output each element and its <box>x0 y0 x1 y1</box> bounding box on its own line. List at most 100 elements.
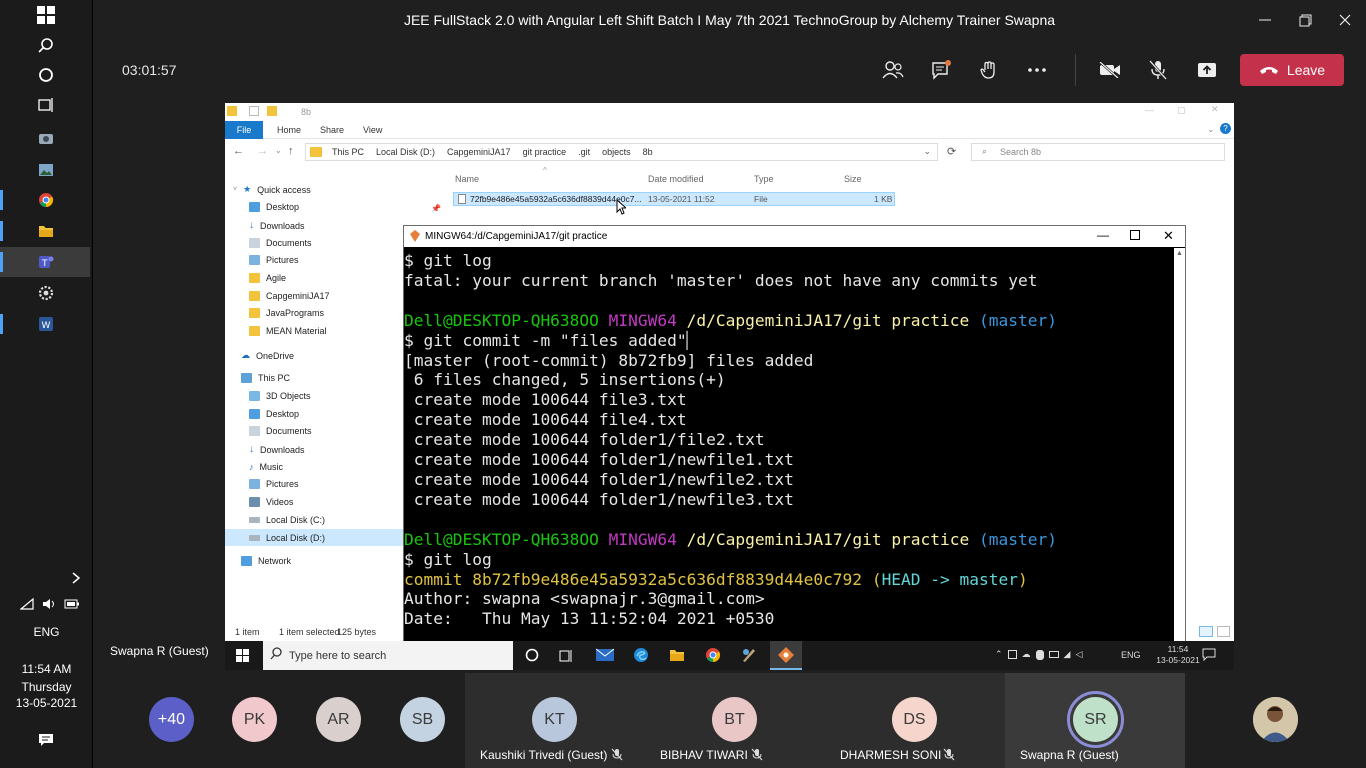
breadcrumb-objects[interactable]: objects <box>602 147 631 157</box>
tray-app-icon[interactable] <box>1007 650 1017 659</box>
inner-file-explorer-icon[interactable] <box>669 647 685 668</box>
nav-this-pc[interactable]: This PC <box>241 373 290 383</box>
network-icon[interactable] <box>20 598 34 610</box>
nav-pc-documents[interactable]: Documents <box>249 426 312 436</box>
recent-dropdown-icon[interactable]: ⌄ <box>275 146 282 155</box>
task-view-icon[interactable] <box>32 93 60 117</box>
forward-arrow-icon[interactable]: → <box>257 145 268 157</box>
ribbon-tab-view[interactable]: View <box>363 125 382 135</box>
mic-off-icon[interactable] <box>1143 56 1173 84</box>
nav-capgemini[interactable]: CapgeminiJA17 <box>249 291 330 301</box>
breadcrumb-capgemini[interactable]: CapgeminiJA17 <box>447 147 511 157</box>
more-participants-badge[interactable]: +40 <box>149 697 194 742</box>
more-options-icon[interactable] <box>1022 56 1052 84</box>
self-video-avatar[interactable] <box>1253 697 1298 742</box>
minimize-icon[interactable] <box>1253 10 1277 30</box>
properties-icon[interactable] <box>249 106 259 116</box>
close-icon[interactable] <box>1333 10 1357 30</box>
column-date-modified[interactable]: Date modified <box>648 174 704 184</box>
file-explorer-icon[interactable] <box>32 219 60 243</box>
file-row[interactable]: 72fb9e486e45a5932a5c636df8839d44e0c7... … <box>453 192 895 206</box>
tray-mic-icon[interactable] <box>1035 649 1044 660</box>
up-arrow-icon[interactable]: ↑ <box>288 145 294 157</box>
inner-chrome-icon[interactable] <box>705 647 721 668</box>
tray-network-icon[interactable]: ◢ <box>1064 649 1071 660</box>
terminal-minimize-icon[interactable]: — <box>1097 228 1109 242</box>
search-icon[interactable] <box>32 33 60 57</box>
explorer-close-icon[interactable]: ✕ <box>1211 104 1219 115</box>
search-input[interactable]: ⌕ Search 8b <box>971 143 1225 161</box>
nav-documents[interactable]: Documents <box>249 238 312 248</box>
teams-icon[interactable]: T <box>32 250 60 274</box>
breadcrumb-git-practice[interactable]: git practice <box>523 147 567 157</box>
terminal-close-icon[interactable]: ✕ <box>1163 228 1174 244</box>
explorer-minimize-icon[interactable]: — <box>1145 105 1154 115</box>
chat-icon[interactable] <box>926 56 956 84</box>
terminal-window[interactable]: MINGW64:/d/CapgeminiJA17/git practice — … <box>403 225 1186 645</box>
ribbon-tab-file[interactable]: File <box>225 121 263 139</box>
nav-javaprograms[interactable]: JavaPrograms <box>249 308 324 318</box>
nav-videos[interactable]: Videos <box>249 497 293 507</box>
back-arrow-icon[interactable]: ← <box>233 145 244 157</box>
nav-agile[interactable]: Agile <box>249 273 286 283</box>
terminal-output[interactable]: $ git log fatal: your current branch 'mas… <box>404 248 1174 644</box>
word-icon[interactable]: W <box>32 312 60 336</box>
address-dropdown-icon[interactable]: ⌄ <box>923 146 931 157</box>
help-icon[interactable]: ? <box>1220 123 1231 134</box>
participant-avatar-pk[interactable]: PK <box>232 697 277 742</box>
paint-icon[interactable] <box>741 647 757 668</box>
nav-local-disk-c[interactable]: Local Disk (C:) <box>249 515 325 525</box>
column-type[interactable]: Type <box>754 174 774 184</box>
nav-mean-material[interactable]: MEAN Material <box>249 326 327 336</box>
taskbar-search-input[interactable]: Type here to search <box>263 641 513 670</box>
refresh-icon[interactable]: ⟳ <box>947 145 956 158</box>
nav-pc-pictures[interactable]: Pictures <box>249 479 299 489</box>
notifications-icon[interactable] <box>32 728 60 752</box>
clock-time[interactable]: 11:54 AM <box>0 662 93 676</box>
nav-pc-downloads[interactable]: ↓ Downloads <box>249 444 305 455</box>
git-bash-taskbar-button[interactable] <box>770 641 802 670</box>
ribbon-tab-home[interactable]: Home <box>277 125 301 135</box>
raise-hand-icon[interactable] <box>974 56 1004 84</box>
inner-start-icon[interactable] <box>236 649 249 667</box>
settings-icon[interactable] <box>32 281 60 305</box>
inner-clock[interactable]: 11:54 13-05-2021 <box>1155 644 1201 666</box>
nav-local-disk-d[interactable]: Local Disk (D:) <box>249 533 325 543</box>
ribbon-tab-share[interactable]: Share <box>320 125 344 135</box>
inner-notifications-icon[interactable] <box>1202 648 1216 666</box>
tray-volume-icon[interactable]: ◁ <box>1075 649 1082 660</box>
inner-cortana-icon[interactable] <box>525 648 539 667</box>
breadcrumb-8b[interactable]: 8b <box>643 147 653 157</box>
tray-chevron-up-icon[interactable]: ⌃ <box>995 649 1003 660</box>
volume-icon[interactable] <box>42 598 56 610</box>
nav-downloads[interactable]: ↓ Downloads <box>249 220 305 231</box>
ribbon-expand-icon[interactable]: ⌄ <box>1207 124 1215 135</box>
new-folder-icon[interactable] <box>267 106 277 116</box>
nav-desktop[interactable]: Desktop <box>249 202 299 212</box>
nav-quick-access[interactable]: ˅ ★ Quick access <box>233 184 311 195</box>
chevron-right-icon[interactable] <box>64 566 88 590</box>
cortana-icon[interactable] <box>32 63 60 87</box>
onedrive-tray-icon[interactable]: ☁ <box>1022 649 1031 660</box>
edge-icon[interactable] <box>633 647 649 668</box>
leave-button[interactable]: Leave <box>1240 54 1344 86</box>
windows-start-icon[interactable] <box>32 3 60 27</box>
participant-avatar-sb[interactable]: SB <box>400 697 445 742</box>
nav-onedrive[interactable]: ☁ OneDrive <box>241 350 294 361</box>
address-bar[interactable]: This PC Local Disk (D:) CapgeminiJA17 gi… <box>305 143 938 161</box>
nav-network[interactable]: Network <box>241 556 291 566</box>
restore-icon[interactable] <box>1293 10 1317 30</box>
battery-icon[interactable] <box>64 599 80 609</box>
breadcrumb-this-pc[interactable]: This PC <box>332 147 364 157</box>
camera-app-icon[interactable] <box>32 126 60 150</box>
breadcrumb-git[interactable]: .git <box>578 147 590 157</box>
terminal-scrollbar[interactable]: ▲ <box>1174 248 1185 644</box>
inner-language[interactable]: ENG <box>1121 650 1141 660</box>
camera-off-icon[interactable] <box>1095 56 1125 84</box>
participant-avatar-ar[interactable]: AR <box>316 697 361 742</box>
mail-icon[interactable] <box>595 648 615 667</box>
language-indicator[interactable]: ENG <box>0 625 93 639</box>
terminal-maximize-icon[interactable] <box>1130 229 1140 243</box>
photos-app-icon[interactable] <box>32 158 60 182</box>
nav-pictures[interactable]: Pictures <box>249 255 299 265</box>
